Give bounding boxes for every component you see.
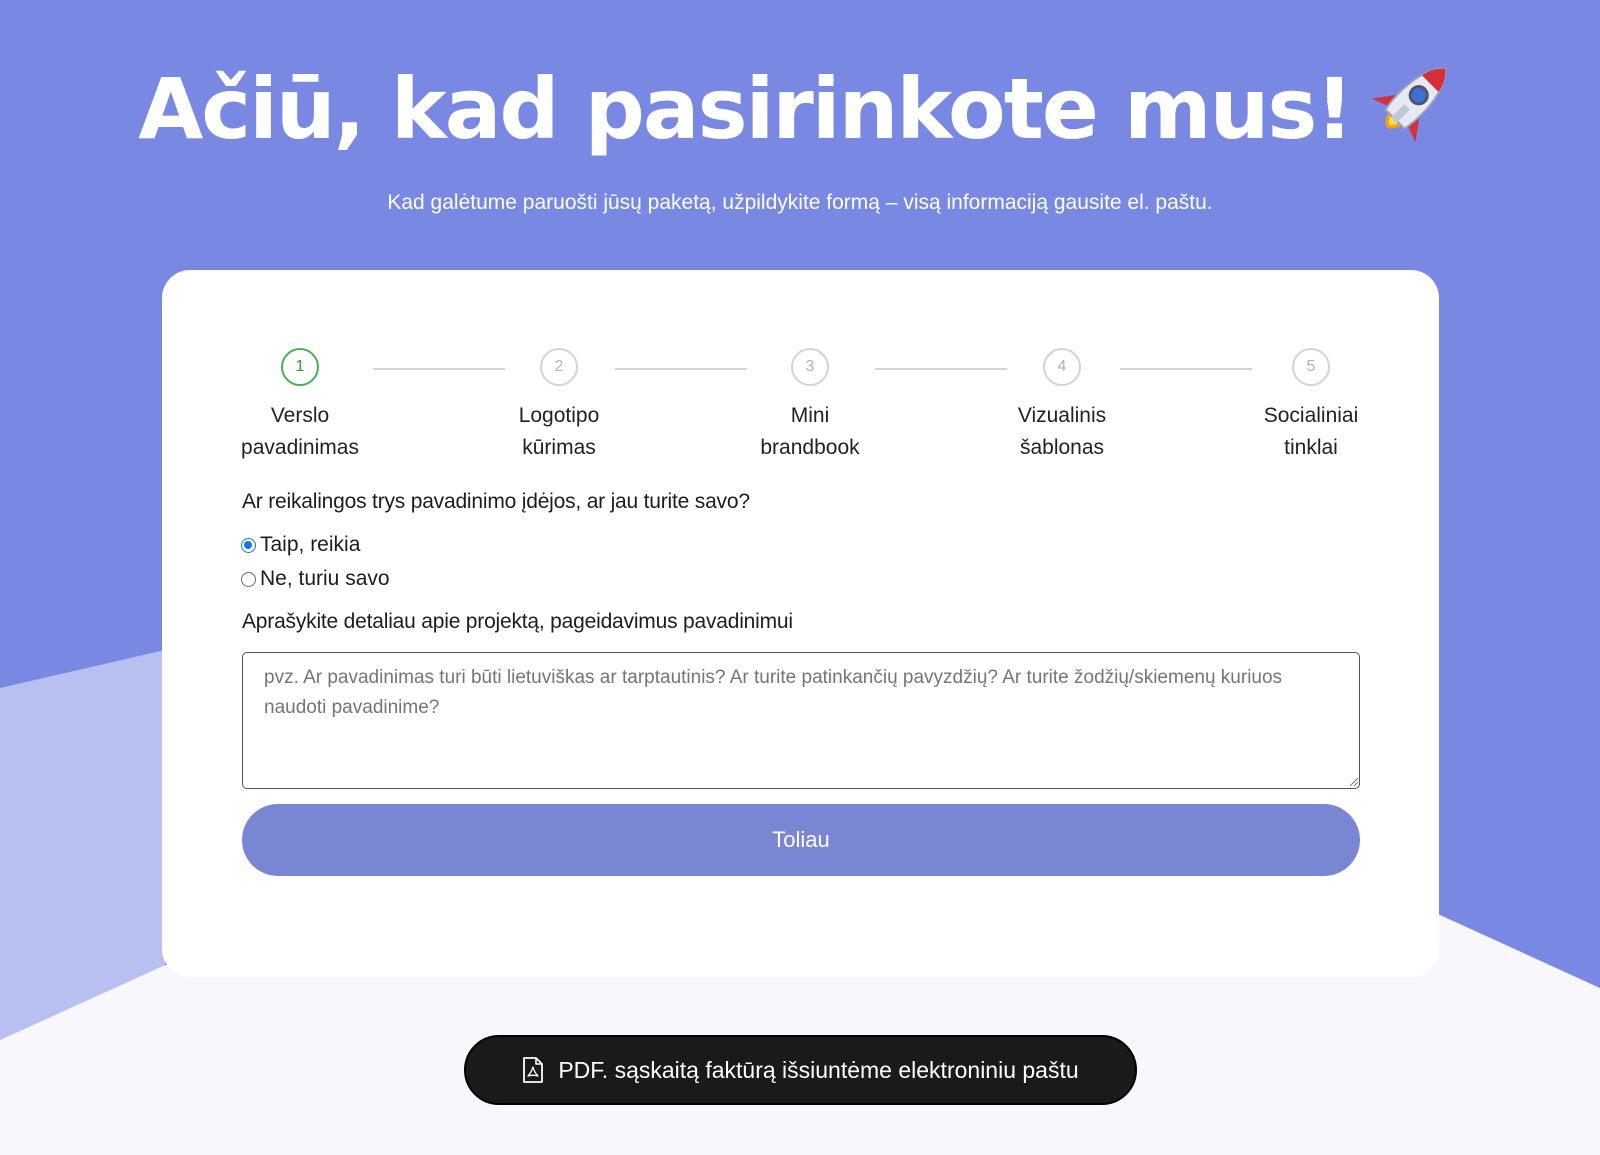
step-label: Verslo pavadinimas	[200, 400, 400, 464]
step-label-line: kūrimas	[522, 436, 596, 459]
step-label-line: Socialiniai	[1263, 404, 1359, 427]
progress-stepper: 1 Verslo pavadinimas 2 Logotipo kūrimas …	[162, 270, 1439, 470]
description-textarea[interactable]	[242, 652, 1360, 789]
step-label-line: Logotipo	[518, 404, 600, 427]
step-label-line: brandbook	[760, 436, 860, 459]
step-number: 5	[1292, 348, 1330, 386]
step-mini-brandbook[interactable]: 3 Mini brandbook	[710, 348, 910, 464]
step-number: 1	[281, 348, 319, 386]
option-label: Taip, reikia	[260, 533, 361, 556]
step-label: Socialiniai tinklai	[1211, 400, 1411, 464]
radio-button-checked[interactable]	[241, 537, 256, 553]
step-label: Logotipo kūrimas	[459, 400, 659, 464]
step-number: 4	[1043, 348, 1081, 386]
step-vizualinis-sablonas[interactable]: 4 Vizualinis šablonas	[962, 348, 1162, 464]
page-subtitle: Kad galėtume paruošti jūsų paketą, užpil…	[387, 191, 1213, 214]
page-title-text: Ačiū, kad pasirinkote mus!	[138, 60, 1353, 158]
step-label-line: Verslo	[270, 404, 330, 427]
resize-handle-icon[interactable]	[1350, 778, 1358, 786]
pdf-notice-text: PDF. sąskaitą faktūrą išsiuntėme elektro…	[558, 1056, 1079, 1083]
pdf-file-icon	[523, 1057, 544, 1083]
rocket-icon	[1371, 67, 1446, 143]
step-socialiniai-tinklai[interactable]: 5 Socialiniai tinklai	[1211, 348, 1411, 464]
step-number: 2	[540, 348, 578, 386]
step-label-line: tinklai	[1284, 436, 1338, 459]
step-label: Vizualinis šablonas	[962, 400, 1162, 464]
step-label-line: šablonas	[1019, 436, 1105, 459]
radio-button[interactable]	[241, 571, 256, 587]
step-logotipo-kurimas[interactable]: 2 Logotipo kūrimas	[459, 348, 659, 464]
form-card: 1 Verslo pavadinimas 2 Logotipo kūrimas …	[162, 270, 1439, 977]
option-taip-reikia[interactable]: Taip, reikia	[241, 533, 360, 557]
option-label: Ne, turiu savo	[260, 567, 390, 590]
step-label-line: pavadinimas	[241, 436, 359, 459]
step-label: Mini brandbook	[710, 400, 910, 464]
step-verslo-pavadinimas[interactable]: 1 Verslo pavadinimas	[200, 348, 400, 464]
option-ne-turiu-savo[interactable]: Ne, turiu savo	[241, 567, 390, 591]
name-ideas-question: Ar reikalingos trys pavadinimo įdėjos, a…	[242, 490, 750, 513]
step-label-line: Vizualinis	[1017, 404, 1107, 427]
step-label-line: Mini	[790, 404, 830, 427]
step-number: 3	[791, 348, 829, 386]
page-title: Ačiū, kad pasirinkote mus!	[0, 52, 1600, 164]
next-button[interactable]: Toliau	[242, 804, 1360, 876]
description-label: Aprašykite detaliau apie projektą, pagei…	[242, 610, 793, 633]
pdf-invoice-notice: PDF. sąskaitą faktūrą išsiuntėme elektro…	[464, 1035, 1137, 1105]
